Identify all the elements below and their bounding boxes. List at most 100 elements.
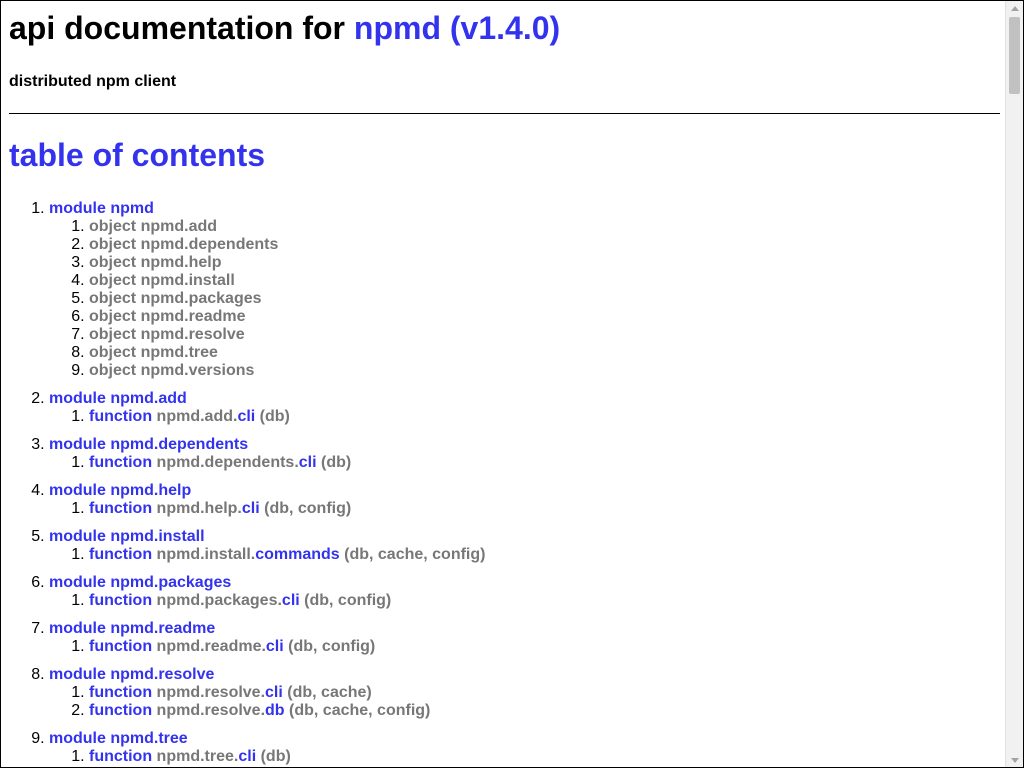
object-kind[interactable]: object bbox=[89, 290, 136, 307]
module-member-list: object npmd.addobject npmd.dependentsobj… bbox=[49, 218, 1001, 380]
page-title: api documentation for npmd (v1.4.0) bbox=[9, 9, 1001, 47]
module-member-list: function npmd.readme.cli (db, config) bbox=[49, 638, 1001, 656]
function-keyword-link[interactable]: function bbox=[89, 638, 152, 655]
function-namespace: npmd.resolve. bbox=[156, 684, 266, 701]
object-name-link[interactable]: npmd.install bbox=[141, 272, 235, 289]
object-name-link[interactable]: npmd.dependents bbox=[141, 236, 279, 253]
function-keyword-link[interactable]: function bbox=[89, 684, 152, 701]
function-name-link[interactable]: cli bbox=[299, 454, 317, 471]
function-signature: (db, config) bbox=[259, 500, 352, 517]
module-link[interactable]: module npmd.resolve bbox=[49, 666, 214, 683]
object-kind[interactable]: object bbox=[89, 326, 136, 343]
module-link[interactable]: module npmd.readme bbox=[49, 620, 215, 637]
function-keyword-link[interactable]: function bbox=[89, 500, 152, 517]
toc-module-item: module npmd.helpfunction npmd.help.cli (… bbox=[49, 482, 1001, 518]
function-signature: (db, cache) bbox=[282, 684, 372, 701]
object-kind[interactable]: object bbox=[89, 254, 136, 271]
function-name-link[interactable]: db bbox=[265, 702, 285, 719]
scrollbar-thumb[interactable] bbox=[1009, 17, 1020, 94]
toc-module-list: module npmdobject npmd.addobject npmd.de… bbox=[9, 200, 1001, 766]
function-signature: (db) bbox=[316, 454, 352, 471]
member-item: object npmd.versions bbox=[89, 362, 1001, 380]
function-name-link[interactable]: commands bbox=[255, 546, 339, 563]
object-kind[interactable]: object bbox=[89, 344, 136, 361]
member-item: object npmd.dependents bbox=[89, 236, 1001, 254]
toc-module-item: module npmd.resolvefunction npmd.resolve… bbox=[49, 666, 1001, 720]
function-namespace: npmd.readme. bbox=[156, 638, 266, 655]
member-item: function npmd.readme.cli (db, config) bbox=[89, 638, 1001, 656]
scroll-up-arrow-icon[interactable] bbox=[1006, 1, 1023, 15]
toc-module-item: module npmd.treefunction npmd.tree.cli (… bbox=[49, 730, 1001, 766]
module-member-list: function npmd.packages.cli (db, config) bbox=[49, 592, 1001, 610]
function-signature: (db, cache, config) bbox=[339, 546, 486, 563]
member-item: function npmd.tree.cli (db) bbox=[89, 748, 1001, 766]
member-item: function npmd.add.cli (db) bbox=[89, 408, 1001, 426]
member-item: object npmd.resolve bbox=[89, 326, 1001, 344]
member-item: function npmd.packages.cli (db, config) bbox=[89, 592, 1001, 610]
module-member-list: function npmd.install.commands (db, cach… bbox=[49, 546, 1001, 564]
function-namespace: npmd.add. bbox=[156, 408, 238, 425]
object-kind[interactable]: object bbox=[89, 308, 136, 325]
divider bbox=[9, 113, 1000, 114]
function-name-link[interactable]: cli bbox=[238, 748, 256, 765]
object-name-link[interactable]: npmd.readme bbox=[141, 308, 246, 325]
object-kind[interactable]: object bbox=[89, 218, 136, 235]
module-link[interactable]: module npmd.help bbox=[49, 482, 191, 499]
function-keyword-link[interactable]: function bbox=[89, 454, 152, 471]
function-signature: (db, cache, config) bbox=[284, 702, 431, 719]
function-namespace: npmd.tree. bbox=[156, 748, 239, 765]
function-namespace: npmd.resolve. bbox=[156, 702, 266, 719]
object-name-link[interactable]: npmd.help bbox=[141, 254, 222, 271]
function-name-link[interactable]: cli bbox=[266, 638, 284, 655]
module-member-list: function npmd.help.cli (db, config) bbox=[49, 500, 1001, 518]
member-item: object npmd.packages bbox=[89, 290, 1001, 308]
object-kind[interactable]: object bbox=[89, 272, 136, 289]
function-name-link[interactable]: cli bbox=[282, 592, 300, 609]
function-signature: (db) bbox=[256, 748, 291, 765]
function-keyword-link[interactable]: function bbox=[89, 408, 152, 425]
object-name-link[interactable]: npmd.add bbox=[141, 218, 217, 235]
package-link[interactable]: npmd (v1.4.0) bbox=[354, 10, 560, 46]
function-keyword-link[interactable]: function bbox=[89, 592, 152, 609]
object-kind[interactable]: object bbox=[89, 236, 136, 253]
function-namespace: npmd.dependents. bbox=[156, 454, 299, 471]
module-link[interactable]: module npmd.packages bbox=[49, 574, 231, 591]
function-namespace: npmd.help. bbox=[156, 500, 242, 517]
function-keyword-link[interactable]: function bbox=[89, 748, 152, 765]
toc-heading: table of contents bbox=[9, 137, 266, 173]
member-item: function npmd.resolve.cli (db, cache) bbox=[89, 684, 1001, 702]
toc-module-item: module npmdobject npmd.addobject npmd.de… bbox=[49, 200, 1001, 380]
object-name-link[interactable]: npmd.resolve bbox=[141, 326, 245, 343]
member-item: function npmd.dependents.cli (db) bbox=[89, 454, 1001, 472]
member-item: function npmd.resolve.db (db, cache, con… bbox=[89, 702, 1001, 720]
function-name-link[interactable]: cli bbox=[265, 684, 283, 701]
module-member-list: function npmd.dependents.cli (db) bbox=[49, 454, 1001, 472]
module-link[interactable]: module npmd.dependents bbox=[49, 436, 248, 453]
vertical-scrollbar[interactable] bbox=[1005, 1, 1023, 767]
member-item: object npmd.install bbox=[89, 272, 1001, 290]
function-namespace: npmd.packages. bbox=[156, 592, 282, 609]
object-kind[interactable]: object bbox=[89, 362, 136, 379]
member-item: object npmd.help bbox=[89, 254, 1001, 272]
function-keyword-link[interactable]: function bbox=[89, 702, 152, 719]
module-link[interactable]: module npmd.tree bbox=[49, 730, 188, 747]
object-name-link[interactable]: npmd.versions bbox=[141, 362, 255, 379]
member-item: function npmd.help.cli (db, config) bbox=[89, 500, 1001, 518]
toc-module-item: module npmd.packagesfunction npmd.packag… bbox=[49, 574, 1001, 610]
toc-module-item: module npmd.addfunction npmd.add.cli (db… bbox=[49, 390, 1001, 426]
member-item: object npmd.tree bbox=[89, 344, 1001, 362]
scroll-down-arrow-icon[interactable] bbox=[1006, 753, 1023, 767]
function-keyword-link[interactable]: function bbox=[89, 546, 152, 563]
module-link[interactable]: module npmd bbox=[49, 200, 154, 217]
module-link[interactable]: module npmd.install bbox=[49, 528, 205, 545]
module-link[interactable]: module npmd.add bbox=[49, 390, 187, 407]
member-item: object npmd.readme bbox=[89, 308, 1001, 326]
function-signature: (db) bbox=[255, 408, 290, 425]
object-name-link[interactable]: npmd.packages bbox=[141, 290, 262, 307]
function-namespace: npmd.install. bbox=[156, 546, 256, 563]
page-subtitle: distributed npm client bbox=[9, 73, 177, 90]
function-name-link[interactable]: cli bbox=[242, 500, 260, 517]
function-name-link[interactable]: cli bbox=[237, 408, 255, 425]
object-name-link[interactable]: npmd.tree bbox=[141, 344, 218, 361]
page-content: api documentation for npmd (v1.4.0) dist… bbox=[9, 1, 1001, 776]
